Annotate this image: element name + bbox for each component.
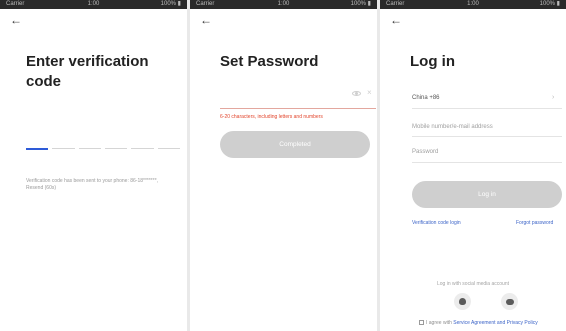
clock-label: 1:00 <box>87 1 100 7</box>
login-button[interactable]: Log in <box>412 181 562 208</box>
carrier-label: Carrier <box>386 1 405 7</box>
forgot-password-link[interactable]: Forgot password <box>516 220 553 227</box>
back-arrow-icon[interactable]: ← <box>390 14 402 26</box>
carrier-label: Carrier <box>196 1 215 7</box>
social-login-button-2[interactable] <box>501 293 518 310</box>
agree-checkbox[interactable] <box>419 320 424 326</box>
carrier-label: Carrier <box>6 1 25 7</box>
account-input[interactable]: Mobile number/e-mail address <box>412 123 562 131</box>
password-input[interactable]: Password <box>412 148 562 156</box>
field-divider <box>412 136 562 137</box>
region-selector[interactable]: China +86 <box>412 94 562 102</box>
clear-icon[interactable]: × <box>367 89 372 97</box>
verification-code-login-link[interactable]: Verification code login <box>412 220 461 227</box>
title-line-1: Enter verification <box>26 53 149 70</box>
chat-icon <box>505 298 514 305</box>
code-sent-hint: Verification code has been sent to your … <box>26 178 159 191</box>
title-line-2: code <box>26 73 62 90</box>
status-bar: Carrier 1:00 100% ▮ <box>190 0 377 9</box>
battery-label: 100% ▮ <box>160 1 181 7</box>
eye-icon[interactable] <box>352 90 361 96</box>
verification-screen: Carrier 1:00 100% ▮ ← Enter verification… <box>0 0 187 331</box>
social-login-label: Log in with social media account <box>437 281 509 287</box>
bell-icon <box>459 298 466 305</box>
set-password-screen: Carrier 1:00 100% ▮ ← Set Password × 6-2… <box>190 0 377 331</box>
clock-label: 1:00 <box>467 1 479 7</box>
social-login-button-1[interactable] <box>454 293 471 310</box>
back-arrow-icon[interactable]: ← <box>10 14 22 26</box>
page-title: Set Password <box>220 53 319 70</box>
password-field-actions: × <box>352 89 372 97</box>
terms-link[interactable]: Service Agreement and Privacy Policy <box>453 320 537 326</box>
verification-code-input[interactable] <box>26 148 180 150</box>
code-digit-6[interactable] <box>157 148 180 149</box>
back-arrow-icon[interactable]: ← <box>200 14 212 26</box>
clock-label: 1:00 <box>277 1 290 7</box>
agreement-row: I agree with Service Agreement and Priva… <box>419 320 538 326</box>
chevron-right-icon[interactable]: › <box>552 94 554 101</box>
code-digit-3[interactable] <box>78 148 101 149</box>
code-digit-2[interactable] <box>52 148 75 149</box>
field-divider <box>412 108 562 109</box>
password-input[interactable] <box>220 108 376 109</box>
code-digit-1[interactable] <box>26 148 49 150</box>
field-divider <box>412 162 562 163</box>
code-digit-4[interactable] <box>104 148 128 149</box>
status-bar: Carrier 1:00 100% ▮ <box>0 0 187 9</box>
login-screen: Carrier 1:00 100% ▮ ← Log in China +86 ›… <box>380 0 566 331</box>
battery-label: 100% ▮ <box>350 1 371 7</box>
status-bar: Carrier 1:00 100% ▮ <box>380 0 566 9</box>
page-title: Enter verification code <box>26 52 149 92</box>
battery-label: 100% ▮ <box>539 1 560 7</box>
agree-prefix: I agree with <box>426 320 452 326</box>
completed-button[interactable]: Completed <box>220 131 370 158</box>
code-digit-5[interactable] <box>131 148 154 149</box>
page-title: Log in <box>410 53 455 70</box>
password-error-message: 6-20 characters, including letters and n… <box>220 114 323 120</box>
